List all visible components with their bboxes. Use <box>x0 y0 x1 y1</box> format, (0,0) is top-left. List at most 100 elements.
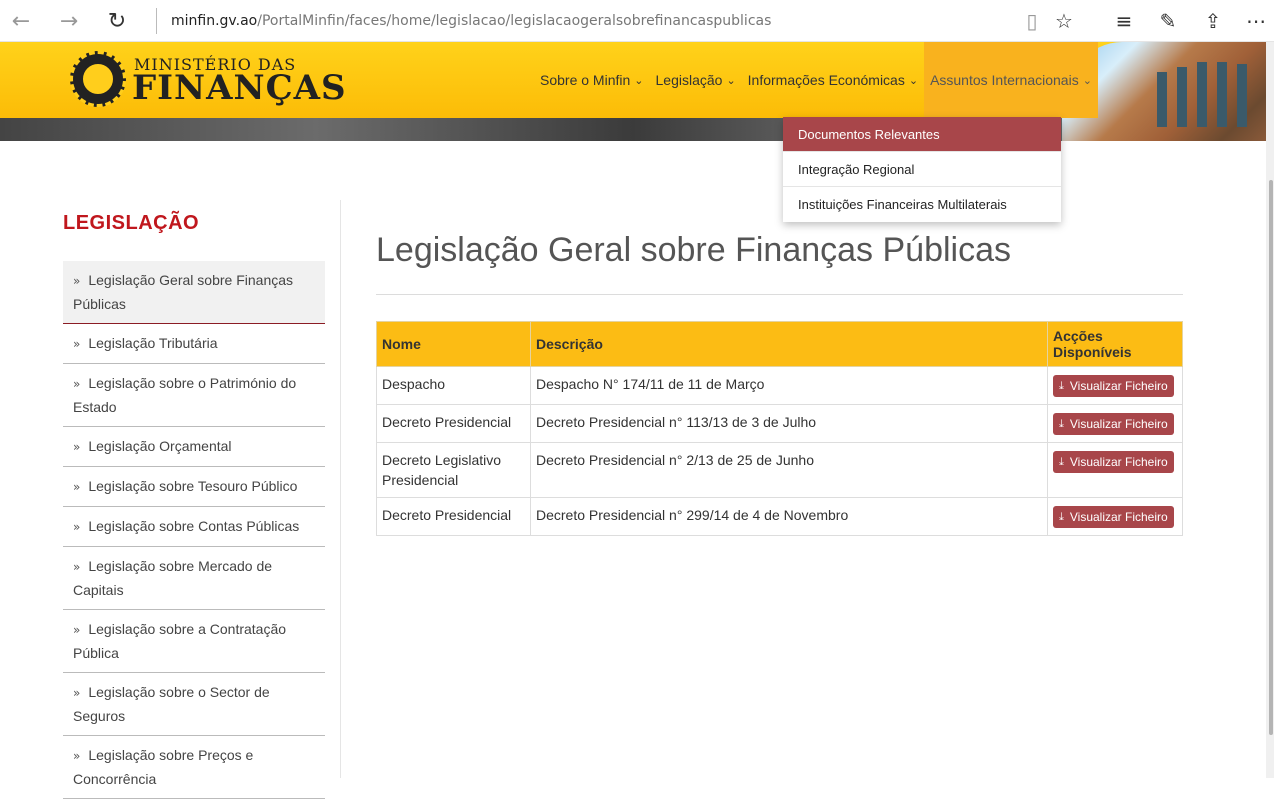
reading-view-icon[interactable]: ▯ <box>1016 5 1048 37</box>
sidebar-item-label: Legislação Geral sobre Finanças Públicas <box>73 272 294 312</box>
table-row: Decreto Presidencial Decreto Presidencia… <box>376 404 1183 443</box>
sidebar-item-geral-financas-publicas[interactable]: » Legislação Geral sobre Finanças Pública… <box>63 261 325 324</box>
assuntos-internacionais-dropdown: Documentos Relevantes Integração Regiona… <box>783 117 1061 222</box>
ministry-seal-logo[interactable] <box>70 51 126 107</box>
sidebar-item-patrimonio-estado[interactable]: » Legislação sobre o Património do Estado <box>63 364 325 427</box>
menu-label: Legislação <box>655 72 723 88</box>
hub-icon[interactable]: ≡ <box>1108 5 1140 37</box>
sidebar-item-label: Legislação sobre Tesouro Público <box>88 478 298 494</box>
main-menu: Sobre o Minfin ⌄ Legislação ⌄ Informações … <box>534 42 1098 118</box>
sidebar-item-mercado-capitais[interactable]: » Legislação sobre Mercado de Capitais <box>63 547 325 610</box>
double-chevron-right-icon: » <box>73 686 81 700</box>
table-row: Decreto Presidencial Decreto Presidencia… <box>376 497 1183 536</box>
double-chevron-right-icon: » <box>73 749 81 763</box>
download-icon: ⤓ <box>1059 455 1064 468</box>
view-file-button[interactable]: ⤓ Visualizar Ficheiro <box>1053 413 1174 435</box>
cell-descricao: Decreto Presidencial n° 299/14 de 4 de N… <box>530 497 1048 536</box>
download-icon: ⤓ <box>1059 417 1064 430</box>
menu-legislacao[interactable]: Legislação ⌄ <box>650 42 742 118</box>
table-row: Despacho Despacho N° 174/11 de 11 de Mar… <box>376 366 1183 405</box>
url-host: minfin.gv.ao <box>171 13 258 29</box>
menu-informacoes-economicas[interactable]: Informações Económicas ⌄ <box>742 42 924 118</box>
menu-sobre-minfin[interactable]: Sobre o Minfin ⌄ <box>534 42 650 118</box>
logo-text-bottom: FINANÇAS <box>132 68 347 108</box>
page-title: Legislação Geral sobre Finanças Públicas <box>376 231 1012 269</box>
sidebar-item-label: Legislação sobre o Património do Estado <box>73 375 297 415</box>
view-file-button[interactable]: ⤓ Visualizar Ficheiro <box>1053 375 1174 397</box>
view-file-label: Visualizar Ficheiro <box>1069 417 1168 431</box>
double-chevron-right-icon: » <box>73 520 81 534</box>
sidebar-item-sector-seguros[interactable]: » Legislação sobre o Sector de Seguros <box>63 673 325 736</box>
sidebar-item-label: Legislação Tributária <box>88 335 218 351</box>
address-bar[interactable]: minfin.gv.ao/PortalMinfin/faces/home/leg… <box>156 8 771 34</box>
sidebar-item-precos-concorrencia[interactable]: » Legislação sobre Preços e Concorrência <box>63 736 325 799</box>
documents-table: Nome Descrição Acções Disponíveis Despac… <box>376 321 1183 536</box>
cell-descricao: Despacho N° 174/11 de 11 de Março <box>530 366 1048 405</box>
column-header-nome: Nome <box>376 321 531 367</box>
double-chevron-right-icon: » <box>73 480 81 494</box>
sidebar-item-orcamental[interactable]: » Legislação Orçamental <box>63 427 325 467</box>
cell-nome: Decreto Legislativo Presidencial <box>376 442 531 498</box>
title-divider <box>376 294 1183 295</box>
cell-nome: Decreto Presidencial <box>376 497 531 536</box>
view-file-label: Visualizar Ficheiro <box>1069 379 1168 393</box>
forward-icon[interactable]: → <box>53 5 85 37</box>
back-icon[interactable]: ← <box>5 5 37 37</box>
double-chevron-right-icon: » <box>73 377 81 391</box>
content-divider <box>340 200 341 778</box>
double-chevron-right-icon: » <box>73 440 81 454</box>
double-chevron-right-icon: » <box>73 623 81 637</box>
refresh-icon[interactable]: ↻ <box>101 5 133 37</box>
sidebar-item-contratacao-publica[interactable]: » Legislação sobre a Contratação Pública <box>63 610 325 673</box>
column-header-accoes: Acções Disponíveis <box>1047 321 1183 367</box>
web-note-icon[interactable]: ✎ <box>1152 5 1184 37</box>
download-icon: ⤓ <box>1059 379 1064 392</box>
dropdown-item-integracao-regional[interactable]: Integração Regional <box>783 152 1061 187</box>
cell-descricao: Decreto Presidencial n° 113/13 de 3 de J… <box>530 404 1048 443</box>
sidebar-title: LEGISLAÇÃO <box>63 212 200 234</box>
favorite-star-icon[interactable]: ☆ <box>1048 5 1080 37</box>
chevron-down-icon: ⌄ <box>726 73 736 87</box>
sidebar-item-contas-publicas[interactable]: » Legislação sobre Contas Públicas <box>63 507 325 547</box>
chevron-down-icon: ⌄ <box>634 73 644 87</box>
menu-label: Assuntos Internacionais <box>930 72 1079 88</box>
cell-nome: Despacho <box>376 366 531 405</box>
column-header-descricao: Descrição <box>530 321 1048 367</box>
sidebar-item-label: Legislação sobre a Contratação Pública <box>73 621 287 661</box>
double-chevron-right-icon: » <box>73 274 81 288</box>
view-file-label: Visualizar Ficheiro <box>1069 510 1168 524</box>
view-file-label: Visualizar Ficheiro <box>1069 455 1168 469</box>
chevron-down-icon: ⌄ <box>1082 73 1092 87</box>
view-file-button[interactable]: ⤓ Visualizar Ficheiro <box>1053 506 1174 528</box>
sidebar-item-label: Legislação sobre o Sector de Seguros <box>73 684 270 724</box>
cell-accoes: ⤓ Visualizar Ficheiro <box>1047 404 1183 443</box>
menu-assuntos-internacionais[interactable]: Assuntos Internacionais ⌄ <box>924 42 1098 118</box>
sidebar-item-tesouro-publico[interactable]: » Legislação sobre Tesouro Público <box>63 467 325 507</box>
download-icon: ⤓ <box>1059 510 1064 523</box>
sidebar-item-tributaria[interactable]: » Legislação Tributária <box>63 324 325 364</box>
cell-accoes: ⤓ Visualizar Ficheiro <box>1047 442 1183 498</box>
dropdown-item-instituicoes-financeiras[interactable]: Instituições Financeiras Multilaterais <box>783 187 1061 222</box>
double-chevron-right-icon: » <box>73 560 81 574</box>
table-header-row: Nome Descrição Acções Disponíveis <box>376 321 1183 367</box>
more-icon[interactable]: ⋯ <box>1240 5 1272 37</box>
menu-label: Sobre o Minfin <box>540 72 631 88</box>
cell-nome: Decreto Presidencial <box>376 404 531 443</box>
page-scrollbar[interactable] <box>1266 42 1274 778</box>
menu-label: Informações Económicas <box>747 72 905 88</box>
table-row: Decreto Legislativo Presidencial Decreto… <box>376 442 1183 498</box>
scrollbar-thumb[interactable] <box>1269 180 1273 735</box>
cell-descricao: Decreto Presidencial n° 2/13 de 25 de Ju… <box>530 442 1048 498</box>
double-chevron-right-icon: » <box>73 337 81 351</box>
sidebar-nav: » Legislação Geral sobre Finanças Pública… <box>63 261 325 799</box>
chevron-down-icon: ⌄ <box>908 73 919 87</box>
browser-toolbar: ← → ↻ minfin.gv.ao/PortalMinfin/faces/ho… <box>0 0 1274 42</box>
sidebar-item-label: Legislação Orçamental <box>88 438 232 454</box>
sidebar-item-label: Legislação sobre Mercado de Capitais <box>73 558 273 598</box>
dropdown-item-documentos-relevantes[interactable]: Documentos Relevantes <box>783 117 1061 152</box>
share-icon[interactable]: ⇪ <box>1197 5 1229 37</box>
sidebar-item-label: Legislação sobre Contas Públicas <box>88 518 300 534</box>
url-path: /PortalMinfin/faces/home/legislacao/legi… <box>257 13 772 29</box>
cell-accoes: ⤓ Visualizar Ficheiro <box>1047 497 1183 536</box>
view-file-button[interactable]: ⤓ Visualizar Ficheiro <box>1053 451 1174 473</box>
